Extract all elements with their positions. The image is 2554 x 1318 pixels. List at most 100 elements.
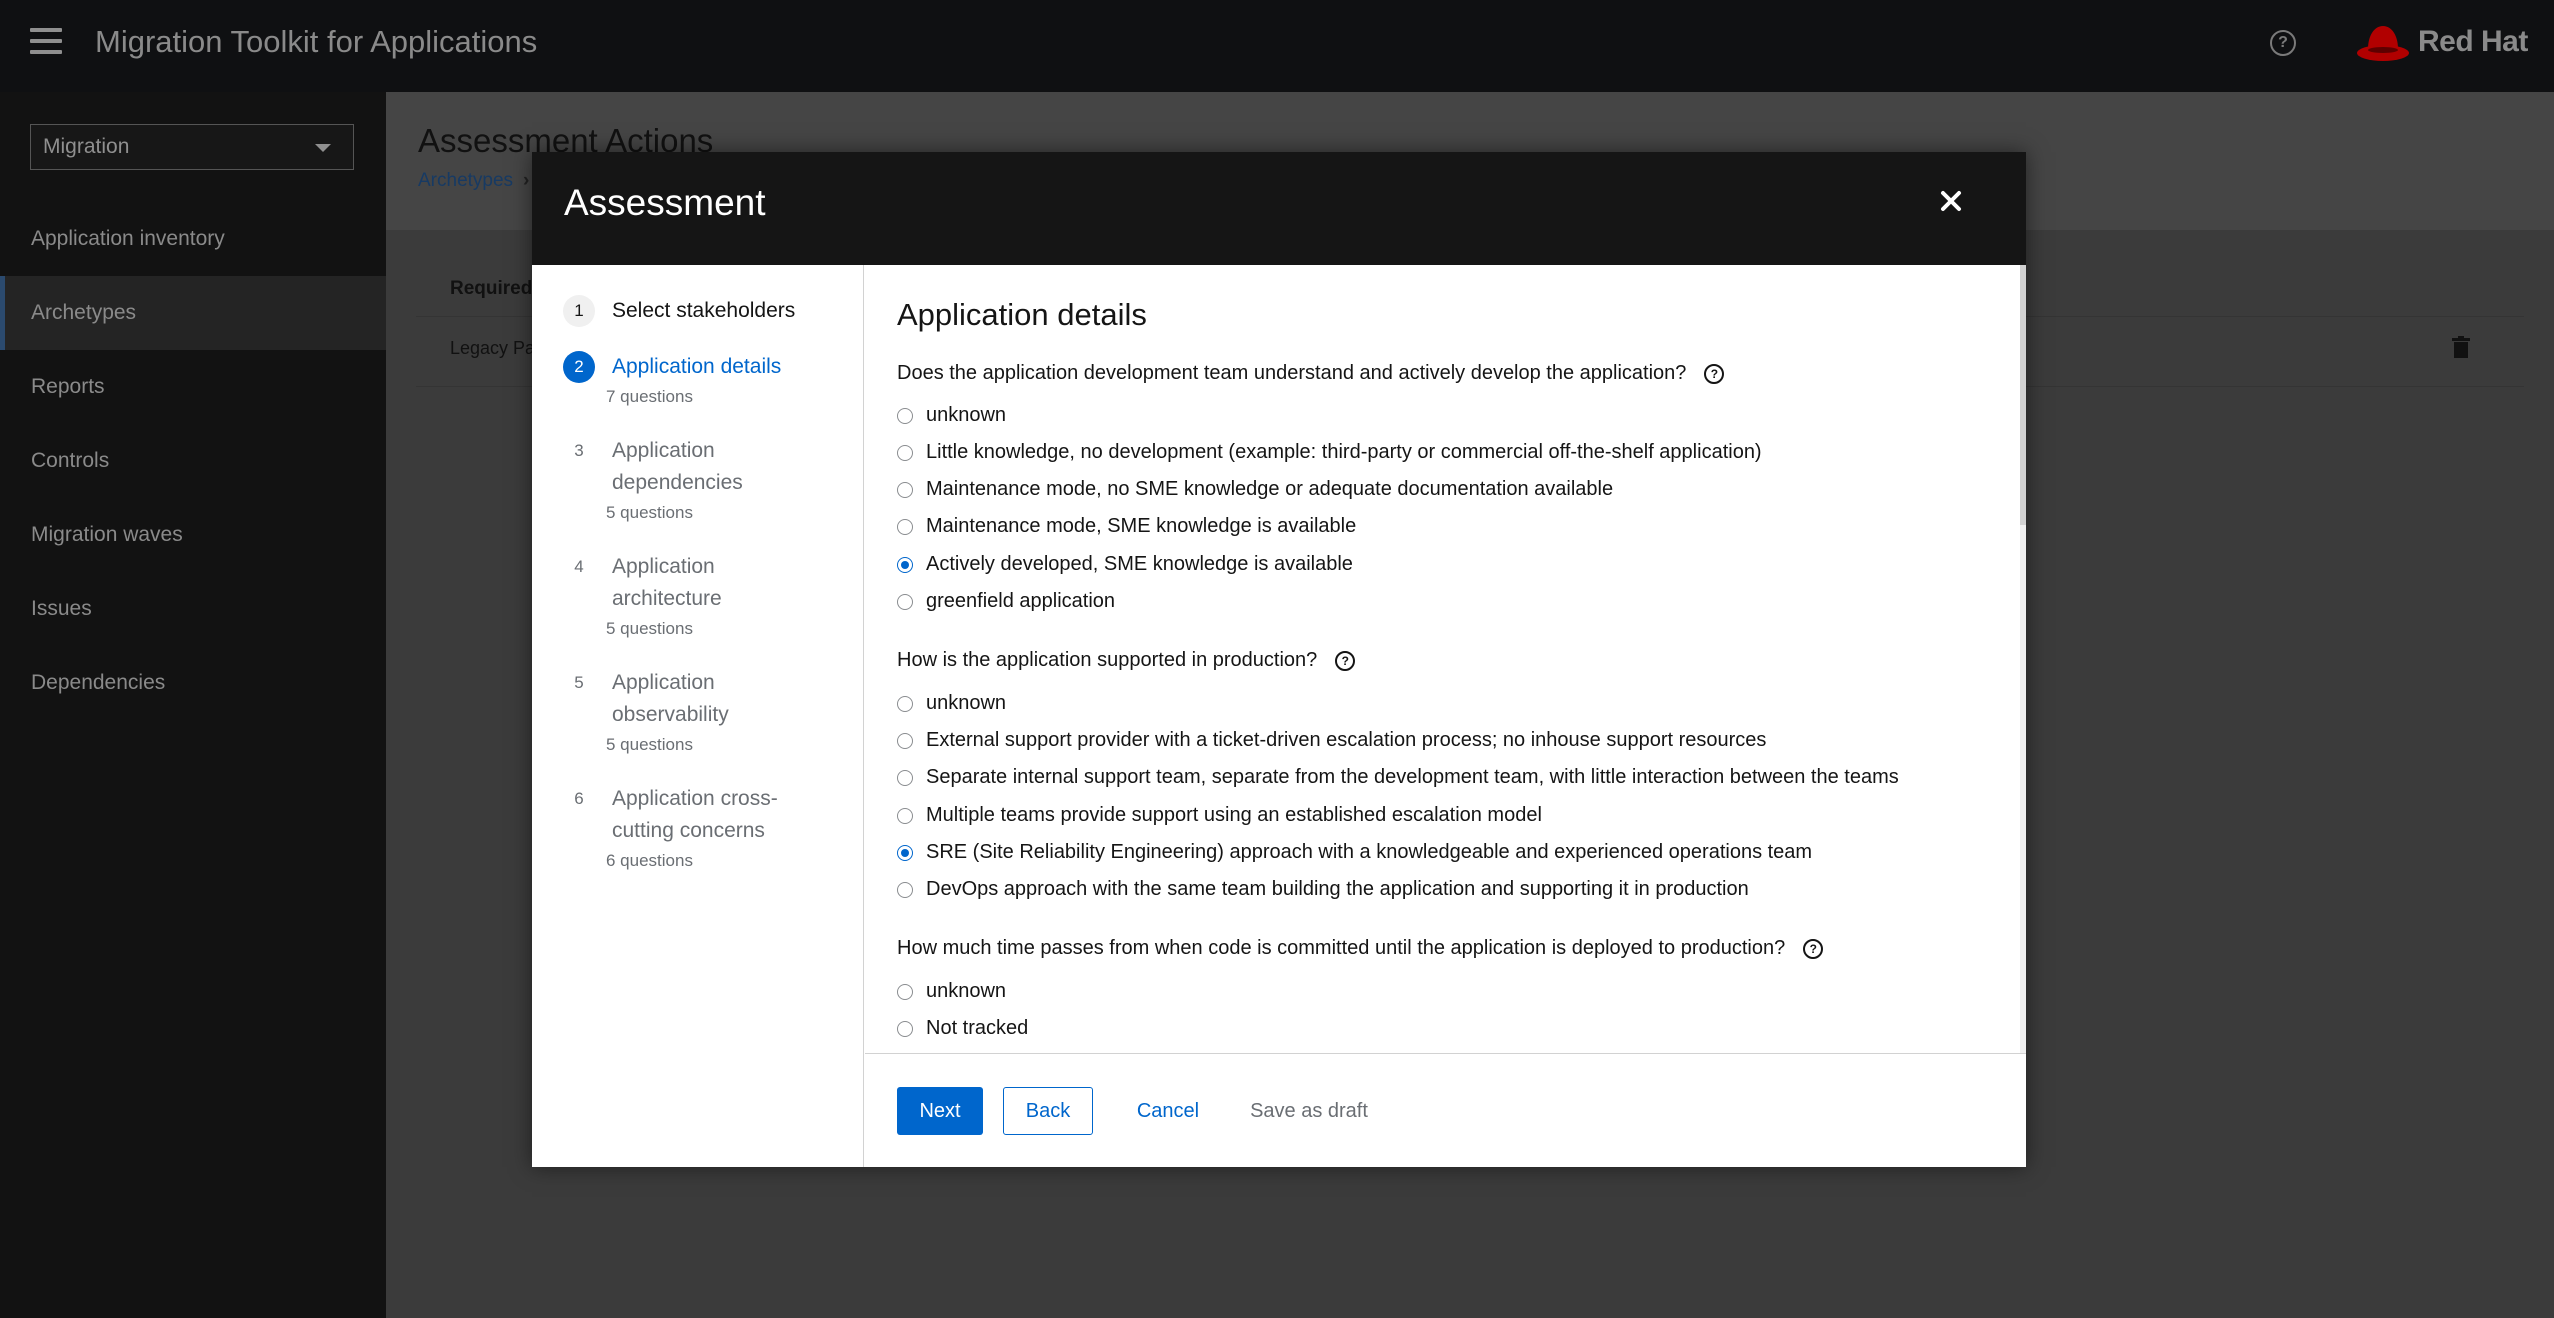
question-help-icon[interactable]: ? [1803,938,1824,959]
table-cell-name: Legacy Pa [450,338,536,358]
option-label: SRE (Site Reliability Engineering) appro… [926,841,1813,863]
step-number: 1 [563,295,595,327]
question-1: Does the application development team un… [897,362,1725,385]
radio-option[interactable]: Maintenance mode, no SME knowledge or ad… [897,478,1613,501]
radio-button[interactable] [897,881,913,898]
masthead: Migration Toolkit for Applications ? Red… [0,0,2554,92]
sidebar-item-dependencies[interactable]: Dependencies [0,646,386,720]
radio-option[interactable]: SRE (Site Reliability Engineering) appro… [897,841,1812,864]
modal-header: Assessment [532,152,2026,265]
radio-option[interactable]: Maintenance mode, SME knowledge is avail… [897,515,1356,538]
step-question-count: 6 questions [606,851,693,870]
step-label: Select stakeholders [612,299,796,322]
breadcrumb-link-archetypes[interactable]: Archetypes [418,170,513,191]
radio-button[interactable] [897,732,913,749]
question-text: How much time passes from when code is c… [897,937,1786,959]
option-label: Separate internal support team, separate… [926,766,1899,788]
option-label: Multiple teams provide support using an … [926,804,1542,826]
step-number: 6 [574,789,584,808]
option-label: Actively developed, SME knowledge is ava… [926,553,1353,575]
next-button[interactable]: Next [897,1087,983,1135]
sidebar-item-migration-waves[interactable]: Migration waves [0,498,386,572]
question-help-icon[interactable]: ? [1704,363,1725,384]
option-label: External support provider with a ticket-… [926,729,1767,751]
hamburger-menu-icon[interactable] [30,28,62,54]
sidebar-item-archetypes[interactable]: Archetypes [0,276,386,350]
radio-button[interactable] [897,983,913,1000]
radio-option[interactable]: Actively developed, SME knowledge is ava… [897,553,1353,576]
table-header-required: Required [450,278,533,299]
perspective-value: Migration [43,135,130,158]
option-label: unknown [926,404,1007,426]
radio-option[interactable]: unknown [897,692,1006,715]
radio-option[interactable]: Separate internal support team, separate… [897,766,1899,789]
radio-button[interactable] [897,807,913,824]
breadcrumb: Archetypes › [418,170,529,192]
radio-button[interactable] [897,444,913,461]
modal-title: Assessment [564,182,766,223]
question-3: How much time passes from when code is c… [897,937,1824,960]
sidebar-item-controls[interactable]: Controls [0,424,386,498]
radio-option[interactable]: unknown [897,980,1006,1003]
cancel-button[interactable]: Cancel [1123,1087,1213,1135]
sidebar-item-application-inventory[interactable]: Application inventory [0,202,386,276]
radio-button[interactable] [897,407,913,424]
logo-text: Red Hat [2418,25,2528,58]
close-icon[interactable] [1934,184,1968,218]
wizard-footer: Next Back Cancel Save as draft [865,1053,2026,1167]
question-text: How is the application supported in prod… [897,649,1318,671]
option-label: unknown [926,980,1007,1002]
step-number: 5 [574,673,584,692]
help-icon[interactable]: ? [2270,30,2296,56]
option-label: greenfield application [926,590,1116,612]
radio-button[interactable] [897,769,913,786]
question-text: Does the application development team un… [897,362,1687,384]
breadcrumb-separator-icon: › [523,170,530,191]
option-label: Not tracked [926,1017,1029,1039]
option-label: unknown [926,692,1007,714]
step-label: Application details [612,355,782,378]
radio-button-selected[interactable] [897,844,913,861]
step-label: Application dependencies [612,439,743,494]
radio-button[interactable] [897,518,913,535]
question-2: How is the application supported in prod… [897,649,1356,672]
sidebar: Migration Application inventory Archetyp… [0,92,386,1318]
option-label: Little knowledge, no development (exampl… [926,441,1762,463]
radio-option[interactable]: External support provider with a ticket-… [897,729,1766,752]
back-button[interactable]: Back [1003,1087,1093,1135]
radio-option[interactable]: Not tracked [897,1017,1028,1040]
redhat-fedora-icon [2357,26,2409,61]
radio-option[interactable]: DevOps approach with the same team build… [897,878,1749,901]
wizard-nav: 1 Select stakeholders 2 Application deta… [532,265,864,1167]
radio-button-selected[interactable] [897,556,913,573]
sidebar-item-issues[interactable]: Issues [0,572,386,646]
step-number: 3 [574,441,584,460]
sidebar-item-reports[interactable]: Reports [0,350,386,424]
radio-button[interactable] [897,695,913,712]
option-label: Maintenance mode, SME knowledge is avail… [926,515,1357,537]
app-title: Migration Toolkit for Applications [95,24,538,59]
step-question-count: 5 questions [606,619,693,638]
radio-option[interactable]: Little knowledge, no development (exampl… [897,441,1762,464]
option-label: Maintenance mode, no SME knowledge or ad… [926,478,1614,500]
radio-option[interactable]: greenfield application [897,590,1115,613]
step-question-count: 5 questions [606,503,693,522]
radio-option[interactable]: unknown [897,404,1006,427]
caret-down-icon [315,144,331,152]
step-number: 4 [574,557,584,576]
radio-button[interactable] [897,481,913,498]
step-question-count: 7 questions [606,387,693,406]
assessment-modal: Assessment 1 Select stakeholders 2 Appli… [532,152,2026,1167]
scrollbar-thumb[interactable] [2020,265,2026,525]
radio-button[interactable] [897,593,913,610]
radio-option[interactable]: Multiple teams provide support using an … [897,804,1542,827]
sidebar-nav: Application inventory Archetypes Reports… [0,202,386,720]
trash-icon[interactable] [2452,336,2470,358]
step-label: Application cross-cutting concerns [612,787,778,842]
question-help-icon[interactable]: ? [1335,650,1356,671]
save-as-draft-button[interactable]: Save as draft [1234,1087,1384,1135]
perspective-select[interactable]: Migration [30,124,354,170]
radio-button[interactable] [897,1020,913,1037]
option-label: DevOps approach with the same team build… [926,878,1749,900]
wizard-content: Application details Does the application… [865,265,2026,1053]
